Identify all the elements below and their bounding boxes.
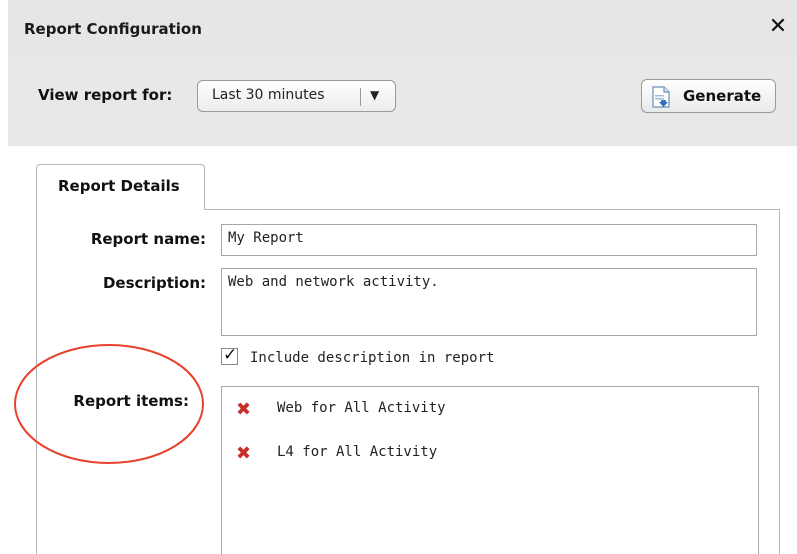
highlight-circle xyxy=(14,344,204,464)
dropdown-arrow-icon: ▼ xyxy=(370,88,380,102)
select-divider xyxy=(360,88,361,106)
close-icon[interactable]: ✕ xyxy=(767,15,789,39)
report-configuration-dialog: Report Configuration ✕ View report for: … xyxy=(8,0,797,554)
dialog-title: Report Configuration xyxy=(24,20,202,38)
tab-report-details-label: Report Details xyxy=(58,177,180,195)
generate-document-icon xyxy=(652,86,670,108)
list-item: ✖ L4 for All Activity xyxy=(236,441,536,465)
report-items-list[interactable]: ✖ Web for All Activity ✖ L4 for All Acti… xyxy=(221,386,759,554)
generate-button[interactable]: Generate xyxy=(641,79,776,113)
report-name-input[interactable]: My Report xyxy=(221,224,757,256)
report-item-label: Web for All Activity xyxy=(277,400,446,416)
toolbar: View report for: Last 30 minutes ▼ Gener… xyxy=(8,56,797,146)
generate-button-label: Generate xyxy=(683,87,762,105)
dialog-titlebar: Report Configuration ✕ xyxy=(8,0,797,56)
checkmark-icon: ✓ xyxy=(223,345,238,365)
tab-report-details[interactable]: Report Details xyxy=(36,164,205,210)
remove-icon[interactable]: ✖ xyxy=(236,399,251,420)
report-name-label: Report name: xyxy=(90,230,206,248)
include-description-label: Include description in report xyxy=(250,350,495,366)
description-textarea[interactable]: Web and network activity. xyxy=(221,268,757,336)
view-report-for-label: View report for: xyxy=(38,86,173,104)
list-item: ✖ Web for All Activity xyxy=(236,397,536,421)
time-range-value: Last 30 minutes xyxy=(212,87,325,103)
include-description-checkbox[interactable]: ✓ xyxy=(221,345,238,365)
time-range-select[interactable]: Last 30 minutes ▼ xyxy=(197,80,396,112)
report-item-label: L4 for All Activity xyxy=(277,444,438,460)
description-label: Description: xyxy=(102,274,206,292)
remove-icon[interactable]: ✖ xyxy=(236,443,251,464)
